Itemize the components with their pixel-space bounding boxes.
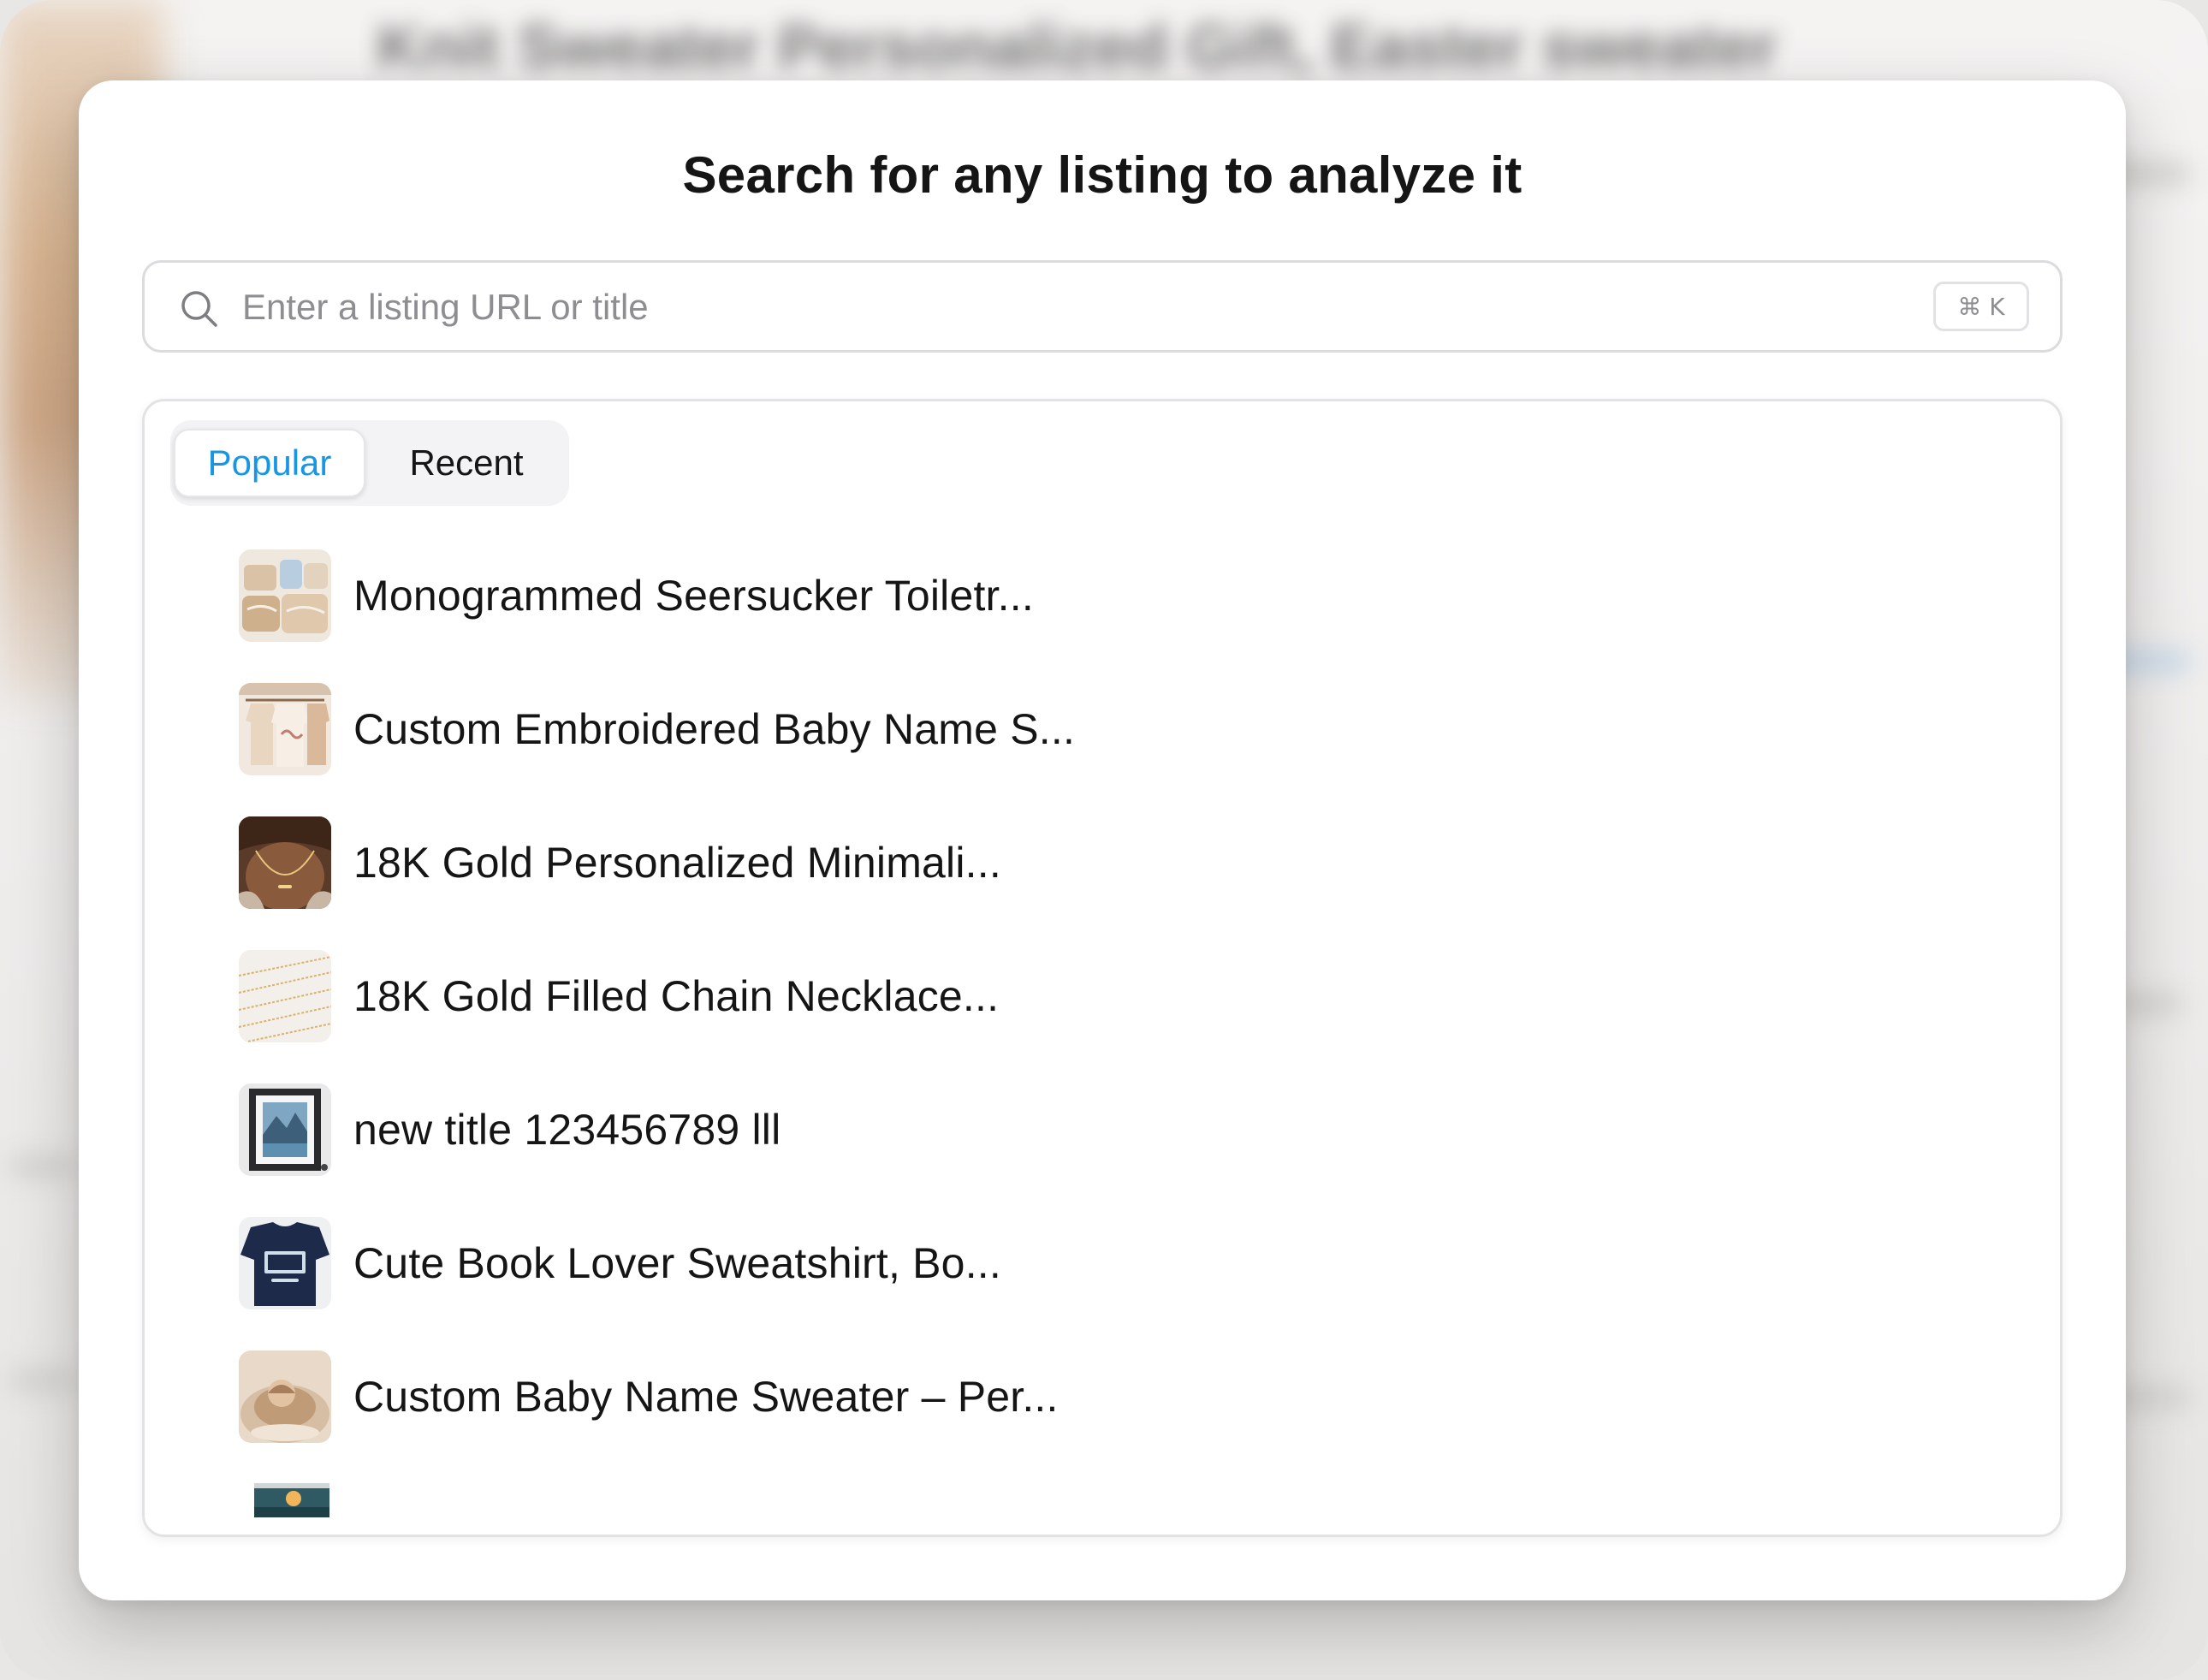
- listings-panel: Popular Recent Monogrammed Seersucker To…: [142, 399, 2063, 1537]
- listing-title: 18K Gold Personalized Minimali...: [353, 839, 1001, 887]
- listing-title: 18K Gold Filled Chain Necklace...: [353, 972, 1000, 1020]
- baby-sweaters-rack-photo-icon: [239, 683, 331, 775]
- tab-recent[interactable]: Recent: [374, 429, 559, 497]
- listing-thumbnail: [239, 683, 331, 775]
- listing-thumbnail: [239, 549, 331, 642]
- landscape-print-photo-icon: [254, 1483, 329, 1517]
- listing-thumbnail: [239, 816, 331, 909]
- background-page-title: Knit Sweater Personalized Gift, Easter s…: [377, 11, 1778, 82]
- background-blur-block: [9, 1155, 77, 1178]
- listing-title: new title 123456789 lll: [353, 1106, 781, 1154]
- listing-thumbnail: [239, 1083, 331, 1176]
- listing-item[interactable]: 18K Gold Filled Chain Necklace...: [239, 949, 1779, 1043]
- keyboard-shortcut-badge: ⌘ K: [1933, 282, 2029, 331]
- search-box[interactable]: ⌘ K: [142, 260, 2063, 353]
- listing-title: Cute Book Lover Sweatshirt, Bo...: [353, 1239, 1001, 1287]
- tab-popular[interactable]: Popular: [174, 429, 365, 497]
- background-blur-block: [9, 1369, 77, 1392]
- listing-search-modal: Search for any listing to analyze it ⌘ K…: [79, 80, 2126, 1600]
- gold-chains-photo-icon: [239, 950, 331, 1042]
- listing-item[interactable]: Custom Baby Name Sweater – Per...: [239, 1350, 1779, 1444]
- baby-sleeping-photo-icon: [239, 1351, 331, 1443]
- search-icon: [181, 291, 217, 327]
- listing-thumbnail-partial[interactable]: [254, 1483, 329, 1517]
- listing-item[interactable]: Cute Book Lover Sweatshirt, Bo...: [239, 1216, 1779, 1310]
- listing-thumbnail: [239, 1351, 331, 1443]
- toiletry-bags-photo-icon: [239, 549, 331, 642]
- framed-landscape-print-photo-icon: [239, 1083, 331, 1176]
- listing-title: Custom Baby Name Sweater – Per...: [353, 1373, 1059, 1421]
- listing-thumbnail: [239, 1217, 331, 1309]
- listing-item[interactable]: Custom Embroidered Baby Name S...: [239, 682, 1779, 776]
- listing-item[interactable]: new title 123456789 lll: [239, 1083, 1779, 1177]
- book-sweatshirt-photo-icon: [239, 1217, 331, 1309]
- search-input[interactable]: [240, 275, 1870, 340]
- listing-item[interactable]: 18K Gold Personalized Minimali...: [239, 816, 1779, 910]
- tab-switcher: Popular Recent: [170, 420, 569, 506]
- listing-thumbnail: [239, 950, 331, 1042]
- listing-title: Monogrammed Seersucker Toiletr...: [353, 572, 1034, 620]
- gold-necklace-on-neck-photo-icon: [239, 816, 331, 909]
- listing-title: Custom Embroidered Baby Name S...: [353, 705, 1076, 753]
- listing-item[interactable]: Monogrammed Seersucker Toiletr...: [239, 549, 1779, 643]
- modal-title: Search for any listing to analyze it: [682, 146, 1522, 204]
